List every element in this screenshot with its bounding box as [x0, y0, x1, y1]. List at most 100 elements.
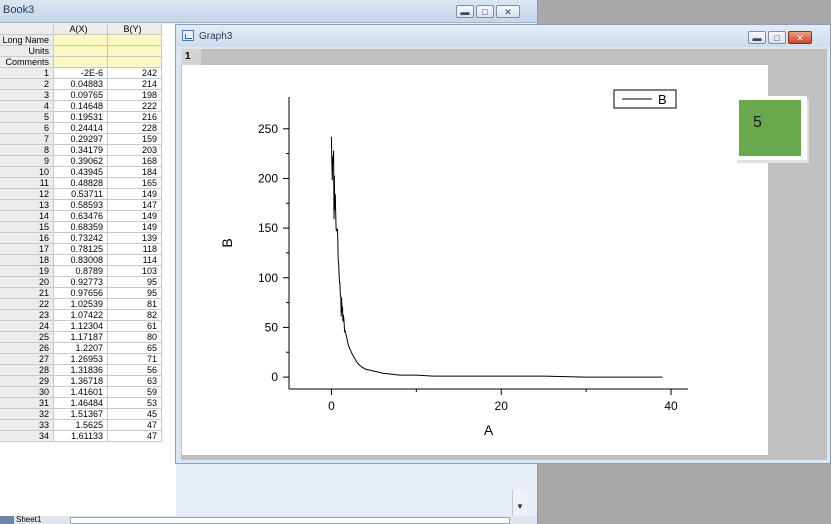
table-cell[interactable]: 242 [108, 68, 162, 79]
table-cell[interactable]: 149 [108, 189, 162, 200]
row-header-cell[interactable]: 20 [0, 277, 54, 288]
table-cell[interactable]: 0.68359 [54, 222, 108, 233]
table-row[interactable]: 6 0.24414 228 [0, 123, 176, 134]
graph-page[interactable]: 0 20 40 0 50 100 150 200 250 A B B 5 [182, 65, 807, 455]
row-header-cell[interactable]: 23 [0, 310, 54, 321]
table-cell[interactable]: 1.51367 [54, 409, 108, 420]
table-cell[interactable]: 149 [108, 222, 162, 233]
table-cell[interactable]: 214 [108, 79, 162, 90]
table-cell[interactable]: 1.46484 [54, 398, 108, 409]
table-row[interactable]: 14 0.63476 149 [0, 211, 176, 222]
table-cell[interactable]: 0.92773 [54, 277, 108, 288]
row-header-cell[interactable]: 30 [0, 387, 54, 398]
row-header-cell[interactable]: 14 [0, 211, 54, 222]
table-cell[interactable]: 0.34179 [54, 145, 108, 156]
table-cell[interactable]: 168 [108, 156, 162, 167]
table-cell[interactable]: 1.2207 [54, 343, 108, 354]
row-header-cell[interactable]: 10 [0, 167, 54, 178]
table-cell[interactable]: 81 [108, 299, 162, 310]
table-cell[interactable]: 82 [108, 310, 162, 321]
table-row[interactable]: 13 0.58593 147 [0, 200, 176, 211]
table-row[interactable]: 27 1.26953 71 [0, 354, 176, 365]
table-cell[interactable]: 203 [108, 145, 162, 156]
table-row[interactable]: 30 1.41601 59 [0, 387, 176, 398]
table-row[interactable]: 4 0.14648 222 [0, 101, 176, 112]
horizontal-scrollbar[interactable] [70, 517, 510, 524]
table-cell[interactable]: 1.26953 [54, 354, 108, 365]
table-cell[interactable]: 0.19531 [54, 112, 108, 123]
table-cell[interactable]: 45 [108, 409, 162, 420]
table-cell[interactable]: 0.48828 [54, 178, 108, 189]
table-row[interactable]: 29 1.36718 63 [0, 376, 176, 387]
row-header-cell[interactable]: Long Name [0, 35, 54, 46]
minimize-icon[interactable]: ▬ [456, 5, 474, 18]
table-cell[interactable]: 59 [108, 387, 162, 398]
table-cell[interactable]: 165 [108, 178, 162, 189]
row-header-cell[interactable]: 11 [0, 178, 54, 189]
table-cell[interactable]: 0.53711 [54, 189, 108, 200]
row-header-cell[interactable]: Units [0, 46, 54, 57]
table-row[interactable]: 1 -2E-6 242 [0, 68, 176, 79]
graph-titlebar[interactable]: Graph3 ▬ □ ✕ [176, 25, 830, 47]
table-cell[interactable]: 147 [108, 200, 162, 211]
row-header-cell[interactable]: 22 [0, 299, 54, 310]
row-header-cell[interactable]: 27 [0, 354, 54, 365]
table-cell[interactable]: 184 [108, 167, 162, 178]
restore-icon[interactable]: □ [476, 5, 494, 18]
table-row[interactable]: 7 0.29297 159 [0, 134, 176, 145]
row-header-cell[interactable]: 6 [0, 123, 54, 134]
table-cell[interactable]: 1.07422 [54, 310, 108, 321]
meta-row[interactable]: Long Name [0, 35, 176, 46]
table-cell[interactable]: A(X) [54, 24, 108, 35]
table-cell[interactable]: 65 [108, 343, 162, 354]
row-header-cell[interactable]: 18 [0, 255, 54, 266]
table-cell[interactable]: 1.12304 [54, 321, 108, 332]
table-cell[interactable]: 80 [108, 332, 162, 343]
sheet-tab[interactable]: Sheet1 [16, 515, 41, 524]
table-cell[interactable] [54, 35, 108, 46]
row-header-cell[interactable]: 17 [0, 244, 54, 255]
row-header-cell[interactable]: 7 [0, 134, 54, 145]
table-cell[interactable]: 139 [108, 233, 162, 244]
row-header-cell[interactable]: 2 [0, 79, 54, 90]
table-cell[interactable]: 1.02539 [54, 299, 108, 310]
table-cell[interactable]: 61 [108, 321, 162, 332]
close-icon[interactable]: ✕ [788, 31, 812, 44]
table-row[interactable]: 33 1.5625 47 [0, 420, 176, 431]
table-cell[interactable]: 1.31836 [54, 365, 108, 376]
table-row[interactable]: 28 1.31836 56 [0, 365, 176, 376]
table-row[interactable]: 24 1.12304 61 [0, 321, 176, 332]
table-cell[interactable]: -2E-6 [54, 68, 108, 79]
table-cell[interactable]: 1.41601 [54, 387, 108, 398]
table-row[interactable]: 9 0.39062 168 [0, 156, 176, 167]
sheet-tab-icon[interactable] [0, 516, 14, 524]
table-cell[interactable]: 0.83008 [54, 255, 108, 266]
table-cell[interactable]: 1.5625 [54, 420, 108, 431]
table-row[interactable]: 31 1.46484 53 [0, 398, 176, 409]
table-cell[interactable]: 228 [108, 123, 162, 134]
table-row[interactable]: 11 0.48828 165 [0, 178, 176, 189]
worksheet-grid[interactable]: A(X) B(Y) Long Name Units Comments 1 -2E-6 242 2… [0, 24, 176, 524]
table-cell[interactable]: 71 [108, 354, 162, 365]
row-header-cell[interactable]: 1 [0, 68, 54, 79]
row-header-cell[interactable]: 16 [0, 233, 54, 244]
table-row[interactable]: 23 1.07422 82 [0, 310, 176, 321]
book-titlebar[interactable]: Book3 ▬ □ ✕ [0, 0, 537, 23]
table-cell[interactable]: 0.8789 [54, 266, 108, 277]
row-header-cell[interactable]: 33 [0, 420, 54, 431]
table-row[interactable]: 34 1.61133 47 [0, 431, 176, 442]
table-row[interactable]: 26 1.2207 65 [0, 343, 176, 354]
row-header-cell[interactable]: 5 [0, 112, 54, 123]
table-cell[interactable]: 0.63476 [54, 211, 108, 222]
table-row[interactable]: 5 0.19531 216 [0, 112, 176, 123]
table-cell[interactable]: 159 [108, 134, 162, 145]
meta-row[interactable]: Units [0, 46, 176, 57]
restore-icon[interactable]: □ [768, 31, 786, 44]
table-cell[interactable]: 0.58593 [54, 200, 108, 211]
graph-window[interactable]: Graph3 ▬ □ ✕ 1 0 20 40 0 50 100 150 200 250 A B B 5 [175, 24, 831, 464]
row-header-cell[interactable]: 13 [0, 200, 54, 211]
table-cell[interactable]: 0.04883 [54, 79, 108, 90]
row-header-cell[interactable]: 3 [0, 90, 54, 101]
series-line-0[interactable] [330, 136, 663, 378]
table-cell[interactable]: 0.73242 [54, 233, 108, 244]
